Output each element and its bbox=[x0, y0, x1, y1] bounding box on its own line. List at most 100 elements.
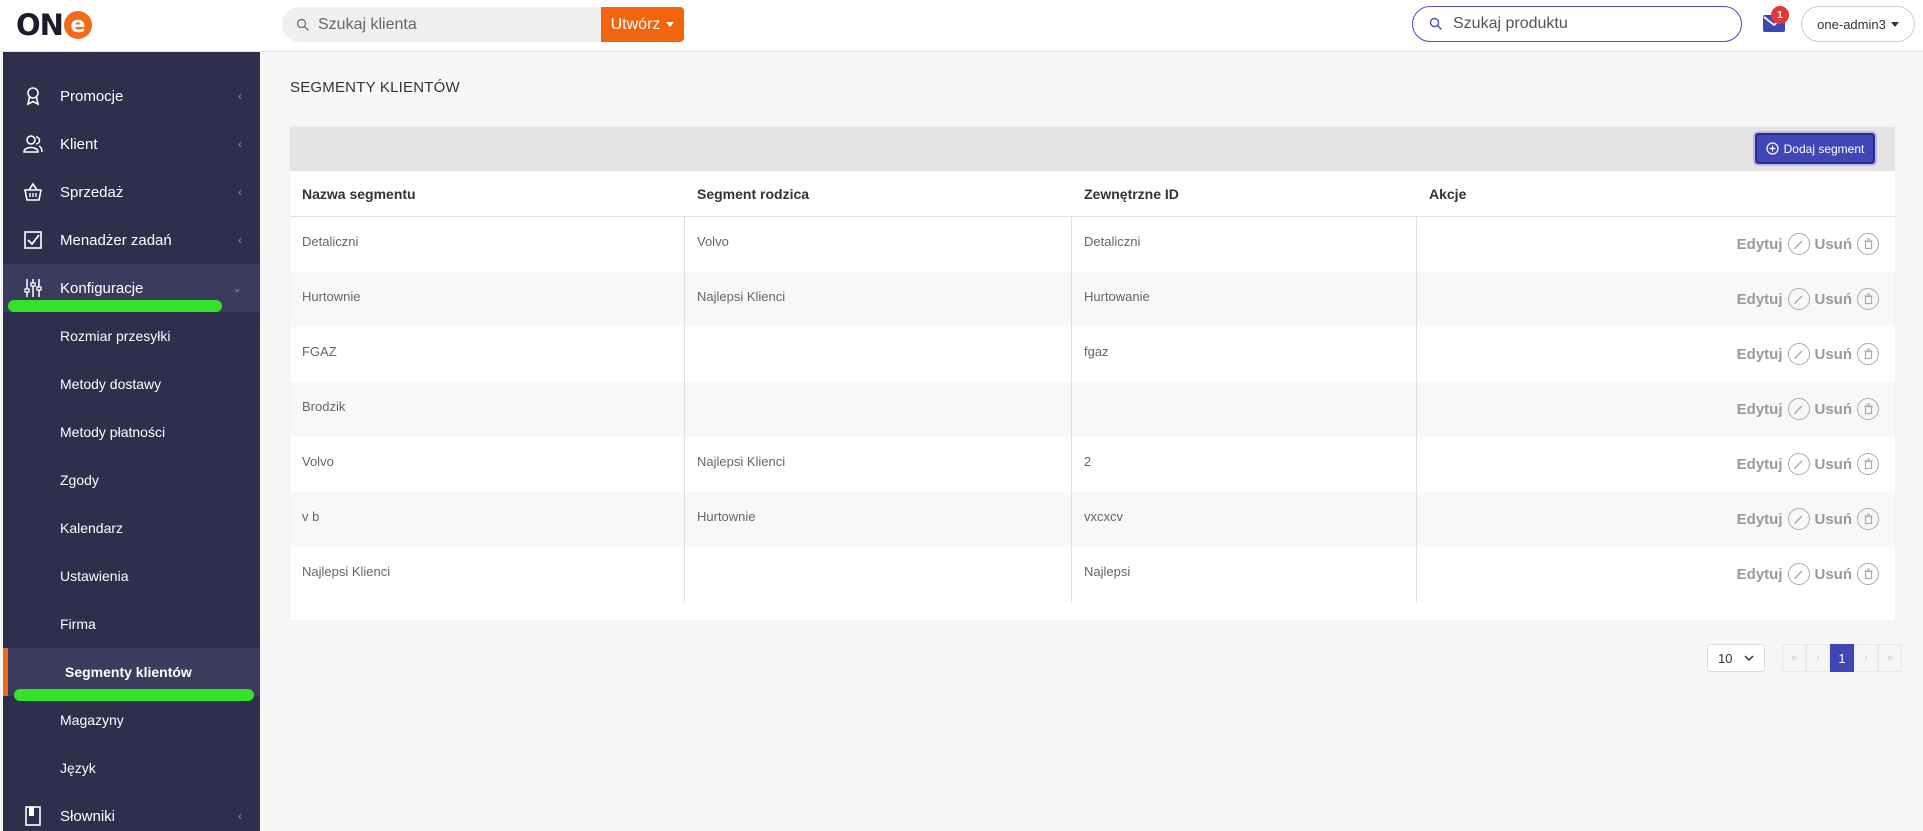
segment-external-id: Detaliczni bbox=[1084, 234, 1141, 249]
segment-name: Detaliczni bbox=[302, 234, 359, 249]
logo[interactable]: ON e bbox=[16, 6, 92, 44]
sidebar-item-slowniki[interactable]: Słowniki ‹ bbox=[3, 792, 260, 831]
caret-down-icon bbox=[1890, 21, 1899, 27]
trash-icon[interactable] bbox=[1857, 288, 1879, 310]
sidebar-subitem-rozmiar-przesylki[interactable]: Rozmiar przesyłki bbox=[3, 312, 260, 360]
last-page-button[interactable]: » bbox=[1878, 644, 1902, 672]
trash-icon[interactable] bbox=[1857, 563, 1879, 585]
sidebar-item-label: Promocje bbox=[60, 87, 124, 105]
delete-link[interactable]: Usuń bbox=[1815, 291, 1853, 308]
edit-link[interactable]: Edytuj bbox=[1737, 566, 1783, 583]
sliders-icon bbox=[24, 279, 42, 297]
sidebar-subitem-jezyk[interactable]: Język bbox=[3, 744, 260, 792]
product-search-input[interactable] bbox=[1453, 15, 1733, 33]
per-page-select[interactable]: 10 bbox=[1707, 644, 1765, 672]
sidebar-subitem-magazyny[interactable]: Magazyny bbox=[3, 696, 260, 744]
delete-link[interactable]: Usuń bbox=[1815, 401, 1853, 418]
table-row: Brodzik Edytuj Usuń bbox=[290, 382, 1895, 437]
users-icon bbox=[23, 135, 43, 153]
table-row: Detaliczni Volvo Detaliczni Edytuj Usuń bbox=[290, 217, 1895, 272]
delete-link[interactable]: Usuń bbox=[1815, 511, 1853, 528]
sidebar-subitem-ustawienia[interactable]: Ustawienia bbox=[3, 552, 260, 600]
chevron-left-icon: ‹ bbox=[238, 233, 242, 247]
column-header-name[interactable]: Nazwa segmentu bbox=[302, 186, 416, 202]
first-page-button[interactable]: « bbox=[1782, 644, 1806, 672]
delete-link[interactable]: Usuń bbox=[1815, 566, 1853, 583]
create-button[interactable]: Utwórz bbox=[601, 7, 684, 42]
search-icon bbox=[296, 18, 309, 31]
row-actions: Edytuj Usuń bbox=[1737, 233, 1879, 255]
add-segment-button[interactable]: Dodaj segment bbox=[1755, 133, 1875, 164]
pencil-icon[interactable] bbox=[1787, 343, 1810, 365]
next-page-button[interactable]: › bbox=[1854, 644, 1878, 672]
sidebar-item-label: Klient bbox=[60, 135, 98, 153]
sidebar-subitem-firma[interactable]: Firma bbox=[3, 600, 260, 648]
chevron-left-icon: ‹ bbox=[238, 185, 242, 199]
trash-icon[interactable] bbox=[1857, 233, 1879, 255]
edit-link[interactable]: Edytuj bbox=[1737, 511, 1783, 528]
row-actions: Edytuj Usuń bbox=[1737, 508, 1879, 530]
chevron-down-icon bbox=[1744, 654, 1754, 661]
trash-icon[interactable] bbox=[1857, 343, 1879, 365]
table-header: Nazwa segmentu Segment rodzica Zewnętrzn… bbox=[290, 171, 1895, 217]
trash-icon[interactable] bbox=[1857, 508, 1879, 530]
prev-page-button[interactable]: ‹ bbox=[1806, 644, 1830, 672]
row-actions: Edytuj Usuń bbox=[1737, 343, 1879, 365]
pencil-icon[interactable] bbox=[1787, 288, 1810, 310]
delete-link[interactable]: Usuń bbox=[1815, 456, 1853, 473]
chevron-left-icon: ‹ bbox=[238, 137, 242, 151]
user-name: one-admin3 bbox=[1817, 16, 1886, 32]
sidebar-subitem-metody-platnosci[interactable]: Metody płatności bbox=[3, 408, 260, 456]
page-button-current[interactable]: 1 bbox=[1830, 644, 1854, 672]
edit-link[interactable]: Edytuj bbox=[1737, 456, 1783, 473]
pencil-icon[interactable] bbox=[1787, 233, 1810, 255]
sidebar-subitem-kalendarz[interactable]: Kalendarz bbox=[3, 504, 260, 552]
search-icon bbox=[1429, 17, 1442, 30]
row-actions: Edytuj Usuń bbox=[1737, 288, 1879, 310]
segment-parent: Najlepsi Klienci bbox=[697, 289, 786, 304]
row-actions: Edytuj Usuń bbox=[1737, 453, 1879, 475]
pencil-icon[interactable] bbox=[1787, 398, 1810, 420]
table-row: v b Hurtownie vxcxcv Edytuj Usuń bbox=[290, 492, 1895, 547]
pencil-icon[interactable] bbox=[1787, 563, 1810, 585]
sidebar-item-sprzedaz[interactable]: Sprzedaż ‹ bbox=[3, 168, 260, 216]
logo-text: ON bbox=[16, 8, 64, 42]
book-icon bbox=[25, 806, 41, 826]
segment-external-id: fgaz bbox=[1084, 344, 1109, 359]
delete-link[interactable]: Usuń bbox=[1815, 346, 1853, 363]
sidebar-item-label: Sprzedaż bbox=[60, 183, 124, 201]
sidebar-item-label: Menadżer zadań bbox=[60, 231, 172, 249]
segment-name: Volvo bbox=[302, 454, 334, 469]
client-search bbox=[282, 7, 602, 42]
row-actions: Edytuj Usuń bbox=[1737, 398, 1879, 420]
sidebar-item-promocje[interactable]: Promocje ‹ bbox=[3, 72, 260, 120]
column-header-parent[interactable]: Segment rodzica bbox=[697, 186, 809, 202]
edit-link[interactable]: Edytuj bbox=[1737, 346, 1783, 363]
pencil-icon[interactable] bbox=[1787, 453, 1810, 475]
column-divider bbox=[1071, 217, 1072, 603]
segment-external-id: Najlepsi bbox=[1084, 564, 1131, 579]
column-divider bbox=[684, 217, 685, 603]
highlight-mark bbox=[8, 300, 222, 312]
basket-icon bbox=[24, 182, 42, 201]
add-segment-label: Dodaj segment bbox=[1783, 141, 1865, 156]
user-menu-button[interactable]: one-admin3 bbox=[1801, 6, 1915, 42]
segment-name: FGAZ bbox=[302, 344, 337, 359]
sidebar-subitem-metody-dostawy[interactable]: Metody dostawy bbox=[3, 360, 260, 408]
segment-external-id: vxcxcv bbox=[1084, 509, 1123, 524]
create-button-label: Utwórz bbox=[610, 15, 661, 33]
trash-icon[interactable] bbox=[1857, 453, 1879, 475]
client-search-input[interactable] bbox=[318, 15, 588, 34]
sidebar-subitem-zgody[interactable]: Zgody bbox=[3, 456, 260, 504]
trash-icon[interactable] bbox=[1857, 398, 1879, 420]
sidebar-item-klient[interactable]: Klient ‹ bbox=[3, 120, 260, 168]
delete-link[interactable]: Usuń bbox=[1815, 236, 1853, 253]
pencil-icon[interactable] bbox=[1787, 508, 1810, 530]
segment-name: Brodzik bbox=[302, 399, 346, 414]
edit-link[interactable]: Edytuj bbox=[1737, 401, 1783, 418]
column-header-external-id[interactable]: Zewnętrzne ID bbox=[1084, 186, 1179, 202]
edit-link[interactable]: Edytuj bbox=[1737, 236, 1783, 253]
caret-down-icon bbox=[666, 22, 675, 27]
sidebar-item-menadzer-zadan[interactable]: Menadżer zadań ‹ bbox=[3, 216, 260, 264]
edit-link[interactable]: Edytuj bbox=[1737, 291, 1783, 308]
